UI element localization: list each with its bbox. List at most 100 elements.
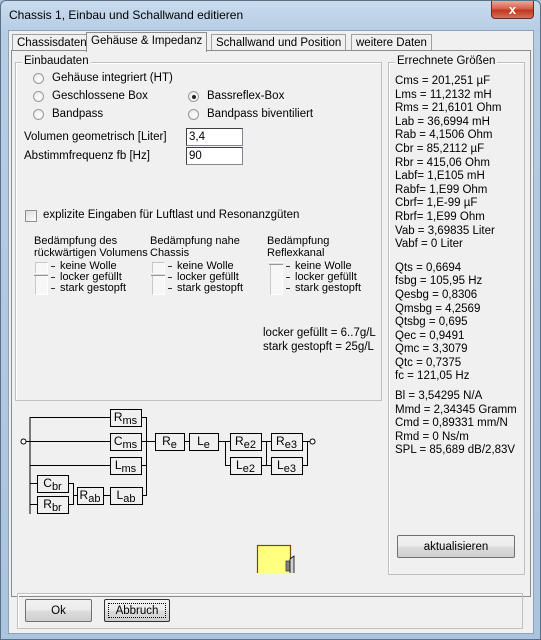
result-line: Vab = 3,69835 Liter — [395, 224, 495, 237]
slider-thumb[interactable] — [269, 262, 283, 265]
equivalent-circuit-diagram: Rms Cms Lms Cbr Rbr Rab Lab Re Le Re2 Le2 Re3 Le3 — [20, 409, 316, 573]
damping-rear-volume-title: Bedämpfung des rückwärtigen Volumens — [34, 235, 148, 259]
level-label: stark gestopft — [295, 282, 362, 294]
tab-label: Chassisdaten — [17, 37, 87, 49]
result-line: Rms = 21,6101 Ohm — [395, 102, 502, 115]
component-cms: Cms — [110, 433, 142, 451]
damping-rear-volume-levels: keine Wolle locker gefüllt stark gestopf… — [51, 261, 126, 294]
result-line: Rbrf= 1,E99 Ohm — [395, 210, 485, 223]
radio-button-icon — [33, 72, 44, 84]
damping-title-line: Chassis — [150, 247, 190, 259]
result-line: Rbr = 415,06 Ohm — [395, 156, 490, 169]
result-line: Rmd = 0 Ns/m — [395, 430, 469, 443]
result-line: Qmc = 3,3079 — [395, 343, 468, 356]
output-terminal — [309, 438, 316, 445]
component-re: Re — [155, 433, 185, 451]
slider-track — [270, 262, 283, 295]
radio-bandpass-biventiliert[interactable]: Bandpass biventiliert — [188, 108, 313, 120]
result-line: Bl = 3,54295 N/A — [395, 390, 483, 403]
result-line: Rab = 4,1506 Ohm — [395, 129, 493, 142]
tab-chassisdaten[interactable]: Chassisdaten — [12, 34, 92, 51]
explicit-input-checkbox[interactable] — [25, 210, 37, 222]
explicit-input-label: explizite Eingaben für Luftlast und Reso… — [43, 209, 300, 221]
results-block-parameters: Cms = 201,251 µF Lms = 11,2132 mH Rms = 21… — [395, 75, 517, 252]
damping-reflex-port-title: Bedämpfung Reflexkanal — [267, 235, 329, 259]
tab-label: Schallwand und Position — [216, 37, 342, 49]
tab-gehaeuse-impedanz[interactable]: Gehäuse & Impedanz — [86, 32, 208, 52]
result-line: Rabf= 1,E99 Ohm — [395, 183, 488, 196]
tab-label: weitere Daten — [356, 37, 427, 49]
radio-gehaeuse-integriert[interactable]: Gehäuse integriert (HT) — [33, 72, 173, 84]
fb-input[interactable] — [186, 147, 243, 165]
slider-track — [152, 262, 165, 295]
component-le2: Le2 — [230, 457, 262, 475]
volume-label: Volumen geometrisch [Liter] — [24, 131, 167, 143]
radio-label: Bassreflex-Box — [207, 90, 285, 102]
radio-button-icon — [33, 90, 44, 102]
result-line: Labf= 1,E105 mH — [395, 170, 485, 183]
results-block-q-values: Qts = 0,6694 fsbg = 105,95 Hz Qesbg = 0,83… — [395, 262, 517, 384]
focus-rectangle — [108, 603, 166, 618]
tab-label: Gehäuse & Impedanz — [91, 35, 203, 47]
results-title: Errechnete Größen — [395, 55, 498, 67]
tab-panel-gehaeuse: Einbaudaten Gehäuse integriert (HT) Gesc… — [11, 50, 531, 597]
bassreflex-box-icon — [256, 544, 295, 573]
level-label: stark gestopft — [177, 282, 244, 294]
level-label: stark gestopft — [60, 282, 127, 294]
result-line: Qts = 0,6694 — [395, 261, 462, 274]
damping-rear-volume-slider[interactable] — [34, 262, 48, 296]
result-line: Mmd = 2,34345 Gramm — [395, 403, 517, 416]
radio-geschlossene-box[interactable]: Geschlossene Box — [33, 90, 148, 102]
component-rms: Rms — [110, 409, 142, 427]
component-cbr: Cbr — [37, 475, 69, 493]
radio-button-icon — [188, 108, 199, 120]
cancel-button[interactable]: Abbruch — [104, 599, 170, 622]
radio-bandpass[interactable]: Bandpass — [33, 108, 103, 120]
result-line: SPL = 85,689 dB/2,83V — [395, 444, 516, 457]
close-button[interactable]: x — [491, 1, 534, 19]
component-rbr: Rbr — [37, 496, 69, 514]
slider-thumb[interactable] — [151, 273, 165, 276]
results-group: Errechnete Größen Cms = 201,251 µF Lms = … — [388, 55, 525, 575]
damping-title-line: Bedämpfung — [267, 235, 330, 247]
damping-title-line: Bedämpfung des — [34, 235, 118, 247]
slider-track — [35, 262, 48, 295]
slider-thumb[interactable] — [34, 273, 48, 276]
result-line: Qesbg = 0,8306 — [395, 288, 478, 301]
result-line: Qtsbg = 0,695 — [395, 316, 468, 329]
result-line: Cbrf= 1,E-99 µF — [395, 197, 478, 210]
update-button[interactable]: aktualisieren — [397, 535, 515, 558]
damping-near-chassis-slider[interactable] — [151, 262, 165, 296]
tab-weitere-daten[interactable]: weitere Daten — [351, 34, 432, 51]
damping-near-chassis-title: Bedämpfung nahe Chassis — [150, 235, 240, 259]
result-line: Cmd = 0,89331 mm/N — [395, 417, 508, 430]
component-rab: Rab — [77, 487, 104, 505]
radio-label: Gehäuse integriert (HT) — [52, 72, 173, 84]
footer-panel: Ok Abbruch — [17, 593, 523, 629]
results-list: Cms = 201,251 µF Lms = 11,2132 mH Rms = 21… — [395, 75, 517, 458]
damping-near-chassis-levels: keine Wolle locker gefüllt stark gestopf… — [168, 261, 243, 294]
component-lms: Lms — [110, 457, 142, 475]
result-line: Lab = 36,6994 mH — [395, 115, 490, 128]
result-line: fc = 121,05 Hz — [395, 370, 470, 383]
result-line: Cms = 201,251 µF — [395, 75, 491, 87]
radio-button-checked-icon — [188, 90, 199, 102]
damping-reflex-port-levels: keine Wolle locker gefüllt stark gestopf… — [286, 261, 361, 294]
results-block-mechanical: Bl = 3,54295 N/A Mmd = 2,34345 Gramm Cmd =… — [395, 390, 517, 458]
result-line: fsbg = 105,95 Hz — [395, 275, 483, 288]
damping-reflex-port-slider[interactable] — [269, 262, 283, 296]
ok-button[interactable]: Ok — [25, 599, 92, 622]
radio-bassreflex-box[interactable]: Bassreflex-Box — [188, 90, 284, 102]
input-terminal — [20, 438, 27, 445]
radio-label: Bandpass biventiliert — [207, 108, 314, 120]
radio-label: Geschlossene Box — [52, 90, 148, 102]
tab-schallwand-position[interactable]: Schallwand und Position — [211, 34, 347, 51]
volume-input[interactable] — [186, 128, 243, 146]
component-re2: Re2 — [230, 433, 262, 451]
radio-label: Bandpass — [52, 108, 104, 120]
component-lab: Lab — [110, 487, 143, 505]
result-line: Qtc = 0,7375 — [395, 356, 462, 369]
window-title: Chassis 1, Einbau und Schallwand editier… — [9, 8, 244, 22]
component-le3: Le3 — [271, 457, 303, 475]
einbaudaten-title: Einbaudaten — [22, 55, 91, 67]
